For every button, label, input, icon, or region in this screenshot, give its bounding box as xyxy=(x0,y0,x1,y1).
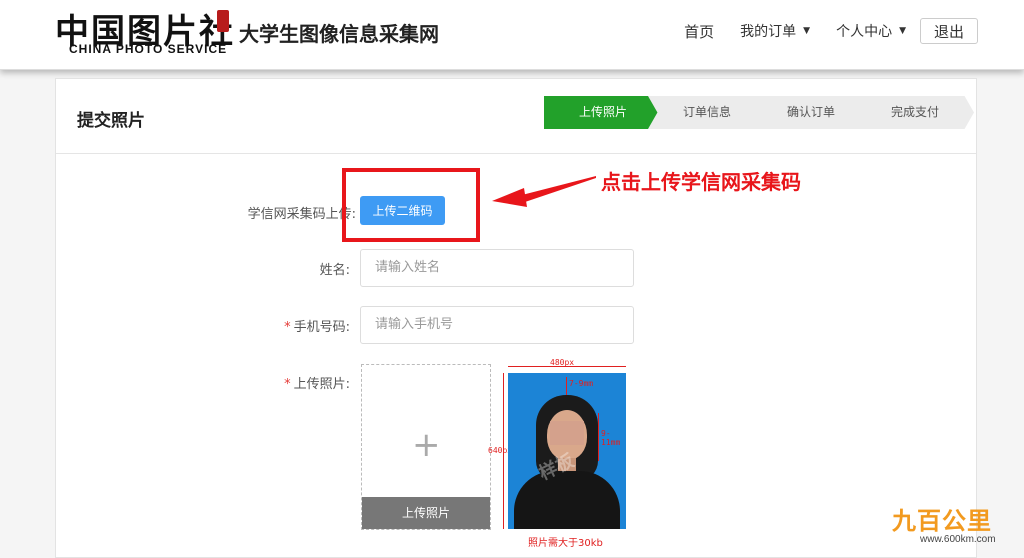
phone-input[interactable]: 请输入手机号 xyxy=(360,306,634,344)
logo-seal-icon xyxy=(217,10,229,32)
phone-label: * 手机号码: xyxy=(246,316,350,335)
nav-my-orders[interactable]: 我的订单 ▼ xyxy=(740,21,810,41)
plus-icon: + xyxy=(412,425,441,465)
brand-watermark-url: www.600km.com xyxy=(920,534,996,545)
site-name: 大学生图像信息采集网 xyxy=(239,22,439,46)
photo-label-text: 上传照片: xyxy=(293,377,350,392)
upload-photo-button[interactable]: 上传照片 xyxy=(362,497,490,529)
width-dimension-label: 480px xyxy=(550,358,575,367)
caret-down-icon: ▼ xyxy=(899,26,906,36)
panel-header: 提交照片 上传照片 订单信息 确认订单 完成支付 xyxy=(56,79,976,154)
top-margin-label: 7-9mm xyxy=(569,379,594,388)
side-margin-line xyxy=(598,413,599,461)
step-confirm-order: 确认订单 xyxy=(752,96,870,129)
sample-face-mosaic xyxy=(550,421,584,445)
brand-watermark-name: 九百公里 xyxy=(892,507,992,535)
annotation-callout: 点击上传学信网采集码 xyxy=(601,170,801,194)
logout-button[interactable]: 退出 xyxy=(920,18,978,44)
nav-personal-center[interactable]: 个人中心 ▼ xyxy=(836,21,906,41)
qr-upload-label: 学信网采集码上传: xyxy=(247,207,356,222)
name-label: 姓名: xyxy=(319,263,350,278)
nav-personal-center-label: 个人中心 xyxy=(836,24,893,40)
nav-home-label: 首页 xyxy=(684,22,715,41)
nav-my-orders-label: 我的订单 xyxy=(740,24,797,40)
top-header: 中国图片社 CHINA PHOTO SERVICE 大学生图像信息采集网 首页 … xyxy=(0,0,1024,70)
caret-down-icon: ▼ xyxy=(803,26,811,36)
logo-english-text: CHINA PHOTO SERVICE xyxy=(69,42,228,56)
step-order-info: 订单信息 xyxy=(648,96,766,129)
name-input[interactable]: 请输入姓名 xyxy=(360,249,634,287)
page-title: 提交照片 xyxy=(77,111,145,131)
sample-photo: 样板 7-9mm 9-11mm xyxy=(508,373,626,529)
required-star: * xyxy=(284,320,291,335)
submit-photo-panel: 提交照片 上传照片 订单信息 确认订单 完成支付 学信网采集码上传: 上传二维码… xyxy=(55,78,977,558)
step-complete-payment: 完成支付 xyxy=(856,96,974,129)
photo-label: * 上传照片: xyxy=(246,373,350,392)
required-star: * xyxy=(284,377,291,392)
sample-body xyxy=(514,471,620,529)
nav-home[interactable]: 首页 xyxy=(684,21,714,42)
brand-watermark: 九百公里 www.600km.com xyxy=(892,501,1022,549)
phone-label-text: 手机号码: xyxy=(293,320,350,335)
top-margin-line xyxy=(566,377,567,395)
side-margin-label: 9-11mm xyxy=(601,429,621,447)
top-nav: 首页 我的订单 ▼ 个人中心 ▼ 退出 xyxy=(658,18,978,44)
site-logo[interactable]: 中国图片社 CHINA PHOTO SERVICE 大学生图像信息采集网 xyxy=(55,4,455,64)
qr-button-highlight-box xyxy=(342,168,480,242)
sample-photo-caption: 照片需大于30kb xyxy=(528,538,603,549)
photo-upload-area[interactable]: + 上传照片 xyxy=(361,364,491,530)
step-progress: 上传照片 订单信息 确认订单 完成支付 xyxy=(544,96,974,129)
step-upload-photo: 上传照片 xyxy=(544,96,662,129)
